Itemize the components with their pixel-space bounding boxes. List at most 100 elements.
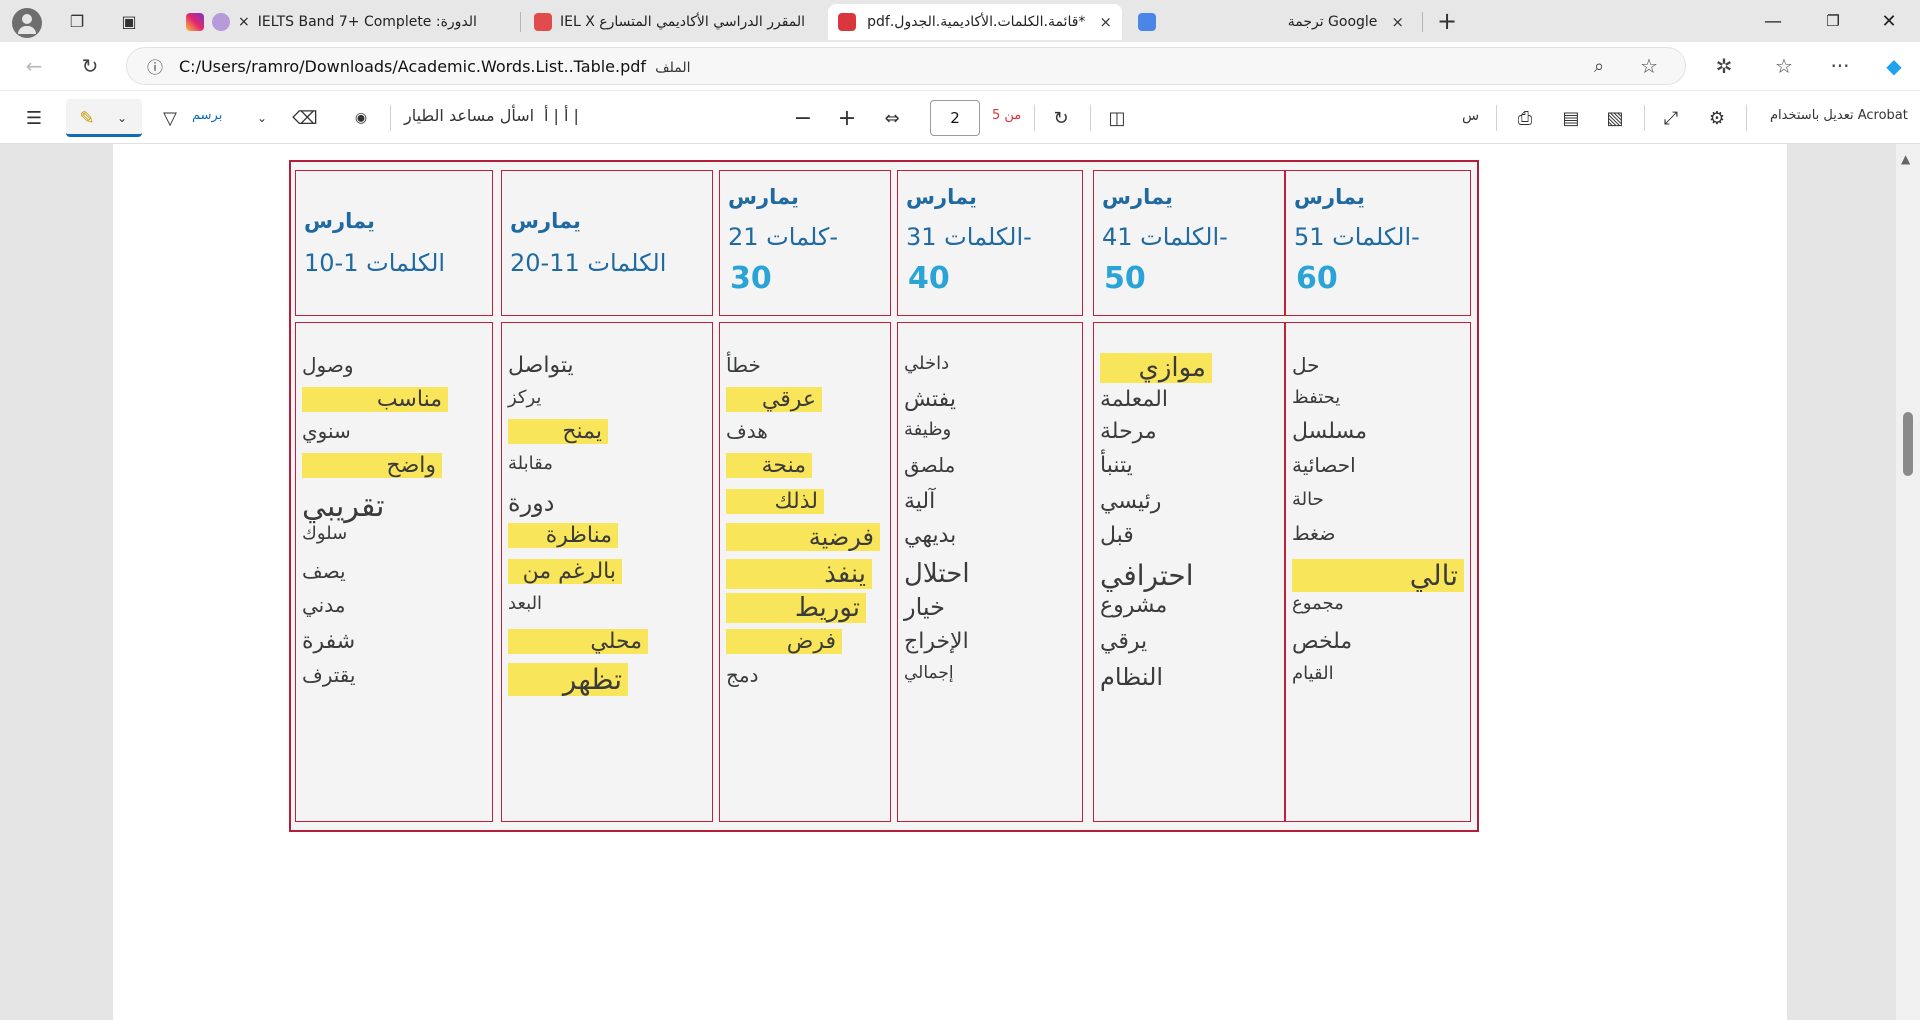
- tab-academic-words-label: *قائمة.الكلمات.الأكاديمية.الجدول.pdf: [867, 14, 1086, 30]
- fullscreen-icon[interactable]: ⤢: [1658, 104, 1684, 132]
- tab-accelerated-course[interactable]: المقرر الدراسي الأكاديمي المتسارع IEL X: [524, 4, 824, 40]
- highlighted-word: توريط: [726, 593, 866, 623]
- word: مشروع: [1100, 593, 1168, 618]
- word: خيار: [904, 593, 945, 621]
- page-number-input[interactable]: 2: [930, 100, 980, 136]
- fit-width-icon[interactable]: ⇔: [878, 104, 906, 132]
- highlighted-word: منحة: [726, 453, 812, 478]
- word: آلية: [904, 489, 936, 514]
- save-as-icon[interactable]: ▧: [1602, 104, 1628, 132]
- word: بديهي: [904, 523, 957, 548]
- vocabulary-table: يمارس الكلمات 51- 60 يمارس الكلمات 41- 50 يمار…: [289, 160, 1479, 832]
- word: حالة: [1292, 489, 1324, 510]
- header-words-range: كلمات 21-: [728, 223, 838, 251]
- word: دورة: [508, 489, 555, 517]
- contents-list-icon[interactable]: ☰: [20, 104, 48, 132]
- zoom-icon[interactable]: ⌕: [1585, 52, 1613, 80]
- header-number: 30: [730, 261, 772, 296]
- restore-icon[interactable]: ❐: [1818, 6, 1848, 36]
- profile-avatar-icon[interactable]: [12, 8, 42, 38]
- highlighted-word: عرقي: [726, 387, 822, 412]
- copilot-icon[interactable]: ◆: [1880, 52, 1908, 80]
- toolbar-separator: [1496, 105, 1497, 131]
- word: يصف: [302, 559, 346, 583]
- header-number: 60: [1296, 261, 1338, 296]
- print-icon[interactable]: ⎙: [1512, 104, 1538, 132]
- eraser-icon[interactable]: ⌫: [292, 104, 318, 132]
- text-size-controls[interactable]: أ | أ |: [544, 106, 579, 125]
- save-icon[interactable]: ▤: [1558, 104, 1584, 132]
- word: سنوي: [302, 419, 351, 443]
- refresh-icon[interactable]: ↻: [76, 52, 104, 80]
- tab-google-translate[interactable]: ترجمة Google ×: [1128, 4, 1414, 40]
- page-count-label: من 5: [992, 108, 1022, 123]
- tab-course[interactable]: × الدورة: IELTS Band 7+ Complete: [176, 4, 514, 40]
- copilot-mini-icon[interactable]: ◉: [350, 104, 372, 132]
- tab-separator: [520, 12, 521, 32]
- ask-copilot-button[interactable]: اسأل مساعد الطيار: [404, 106, 534, 125]
- url-field[interactable]: ⓘ C:/Users/ramro/Downloads/Academic.Word…: [126, 47, 1686, 85]
- tab-actions-icon[interactable]: ▣: [116, 8, 142, 34]
- extensions-icon[interactable]: ✲: [1710, 52, 1738, 80]
- word: خطأ: [726, 353, 761, 377]
- word: حل: [1292, 353, 1320, 377]
- word: يفتش: [904, 387, 956, 412]
- favorite-star-icon[interactable]: ☆: [1635, 52, 1663, 80]
- word: احتلال: [904, 559, 970, 589]
- highlighted-word: بالرغم من: [508, 559, 622, 584]
- tab-academic-words-pdf[interactable]: *قائمة.الكلمات.الأكاديمية.الجدول.pdf ×: [828, 4, 1122, 40]
- edit-with-acrobat-button[interactable]: تعديل باستخدام Acrobat: [1770, 108, 1908, 123]
- read-aloud-button[interactable]: س: [1462, 108, 1479, 124]
- highlighted-word: فرض: [726, 629, 842, 654]
- close-icon[interactable]: ×: [1099, 13, 1112, 31]
- close-icon[interactable]: ×: [1391, 13, 1404, 31]
- word-column: موازي المعلمة مرحلة يتنبأ رئيسي قبل احترافي مشر…: [1093, 322, 1285, 822]
- draw-icon[interactable]: ▽: [158, 104, 182, 132]
- word: إجمالي: [904, 663, 954, 683]
- new-tab-button[interactable]: +: [1434, 7, 1460, 35]
- page-view-icon[interactable]: ◫: [1104, 104, 1130, 132]
- word: يحتفظ: [1292, 387, 1341, 408]
- word: مقابلة: [508, 453, 553, 474]
- header-practice-label: يمارس: [304, 209, 375, 233]
- favorites-icon[interactable]: ☆: [1770, 52, 1798, 80]
- zoom-in-icon[interactable]: +: [834, 104, 860, 132]
- url-value: C:/Users/ramro/Downloads/Academic.Words.…: [179, 57, 647, 76]
- tab-course-close[interactable]: ×: [238, 14, 250, 30]
- word: قبل: [1100, 523, 1134, 548]
- highlighted-word: واضح: [302, 453, 442, 478]
- toolbar-separator: [1746, 105, 1747, 131]
- header-practice-label: يمارس: [1294, 185, 1365, 209]
- draw-dropdown-icon[interactable]: ⌄: [252, 104, 272, 132]
- info-icon[interactable]: ⓘ: [141, 52, 169, 80]
- zoom-out-icon[interactable]: −: [790, 104, 816, 132]
- translate-icon: [1138, 13, 1156, 31]
- header-practice-label: يمارس: [510, 209, 581, 233]
- draw-label[interactable]: برسم: [192, 108, 222, 123]
- header-number: 40: [908, 261, 950, 296]
- settings-gear-icon[interactable]: ⚙: [1704, 104, 1730, 132]
- rotate-icon[interactable]: ↻: [1048, 104, 1074, 132]
- vertical-scrollbar[interactable]: ▲: [1896, 144, 1920, 1020]
- course-icon: [212, 13, 230, 31]
- word: احترافي: [1100, 559, 1194, 592]
- document-area: يمارس الكلمات 51- 60 يمارس الكلمات 41- 50 يمار…: [0, 144, 1920, 1020]
- word: مجموع: [1292, 593, 1344, 614]
- header-cell: يمارس الكلمات 31- 40: [897, 170, 1083, 316]
- scroll-up-arrow-icon[interactable]: ▲: [1901, 152, 1910, 166]
- word: يرقي: [1100, 629, 1148, 654]
- url-text: C:/Users/ramro/Downloads/Academic.Words.…: [179, 57, 691, 76]
- more-menu-icon[interactable]: ···: [1826, 52, 1854, 80]
- scrollbar-thumb[interactable]: [1903, 412, 1913, 476]
- workspaces-icon[interactable]: ❐: [64, 8, 90, 34]
- toolbar-separator: [1034, 105, 1035, 131]
- back-arrow-icon[interactable]: ←: [20, 52, 48, 80]
- highlighted-word: ينفذ: [726, 559, 872, 589]
- instagram-icon: [186, 13, 204, 31]
- window-close-icon[interactable]: ✕: [1874, 6, 1904, 36]
- word: مرحلة: [1100, 419, 1157, 444]
- word: سلوك: [302, 523, 348, 544]
- highlight-dropdown-icon[interactable]: ⌄: [112, 104, 132, 132]
- word: مدني: [302, 593, 346, 617]
- minimize-icon[interactable]: —: [1758, 6, 1788, 36]
